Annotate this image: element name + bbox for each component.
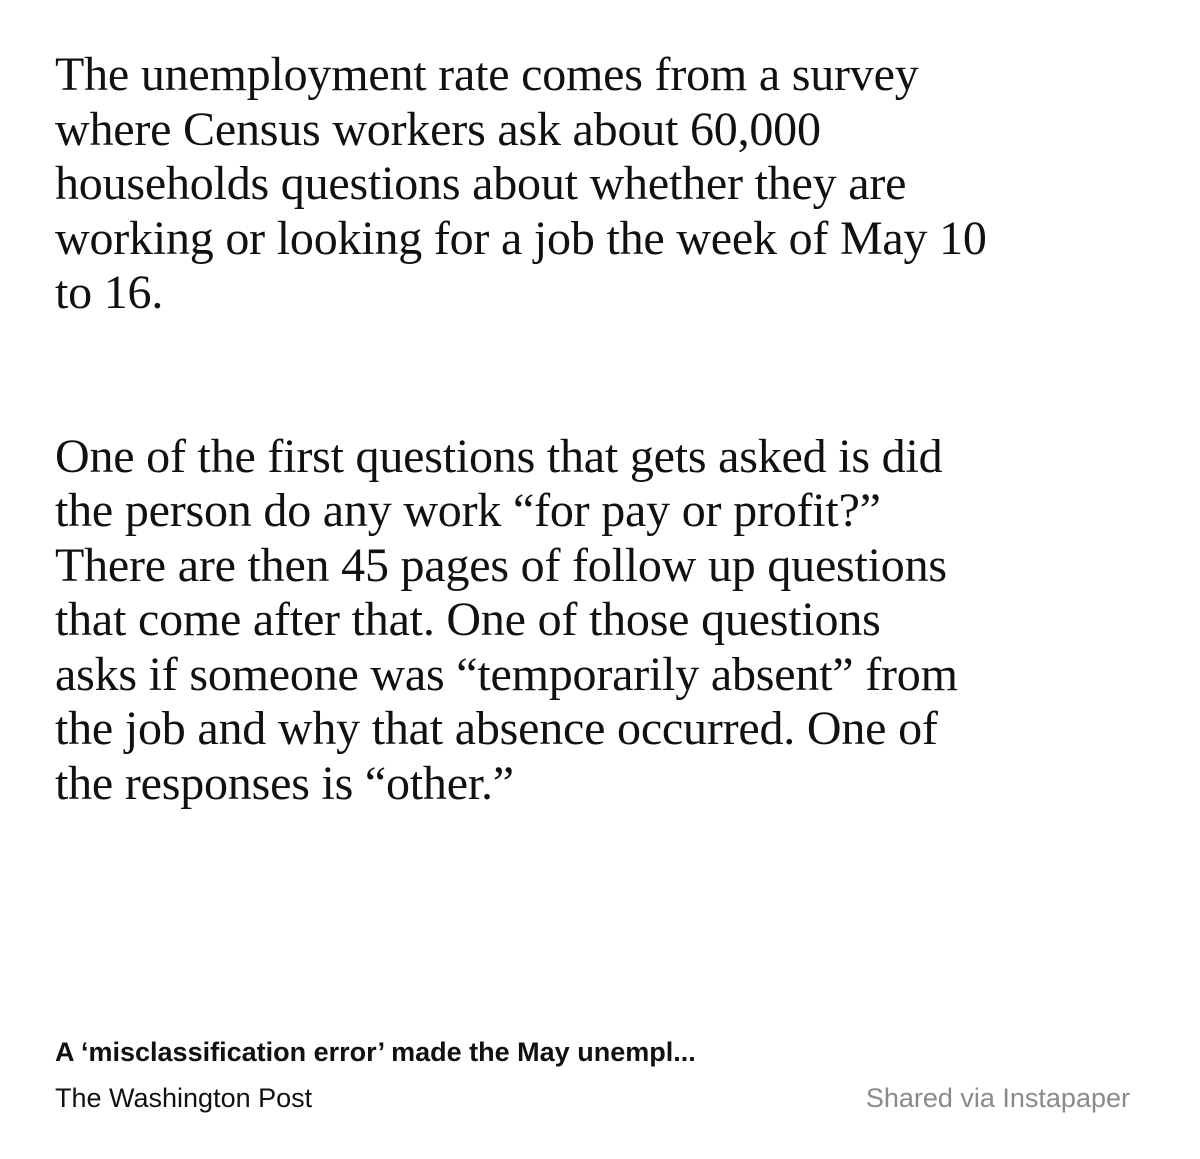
paragraph-1: The unemployment rate comes from a surve… (55, 48, 1155, 321)
paragraph-2: One of the first questions that gets ask… (55, 430, 1155, 812)
text-line: that come after that. One of those quest… (55, 593, 881, 646)
text-line: One of the first questions that gets ask… (55, 429, 943, 483)
text-line: to 16. (55, 266, 164, 319)
source-publication: The Washington Post (55, 1083, 313, 1113)
text-line: where Census workers ask about 60,000 (55, 102, 821, 156)
text-line: households questions about whether they … (55, 157, 907, 210)
article-excerpt: The unemployment rate comes from a surve… (55, 48, 1155, 811)
share-footer: A ‘misclassification error’ made the May… (55, 1037, 1145, 1117)
text-line: There are then 45 pages of follow up que… (55, 538, 947, 592)
text-line: asks if someone was “temporarily absent”… (55, 647, 958, 701)
shared-via-label: Shared via Instapaper (865, 1083, 1130, 1113)
text-line: the responses is “other.” (55, 756, 514, 810)
text-line: The unemployment rate comes from a surve… (55, 48, 919, 101)
text-line: working or looking for a job the week of… (55, 211, 987, 265)
source-article-link[interactable]: A ‘misclassification error’ made the May… (55, 1037, 696, 1068)
text-line: the person do any work “for pay or profi… (55, 484, 881, 537)
text-line: the job and why that absence occurred. O… (55, 702, 938, 755)
